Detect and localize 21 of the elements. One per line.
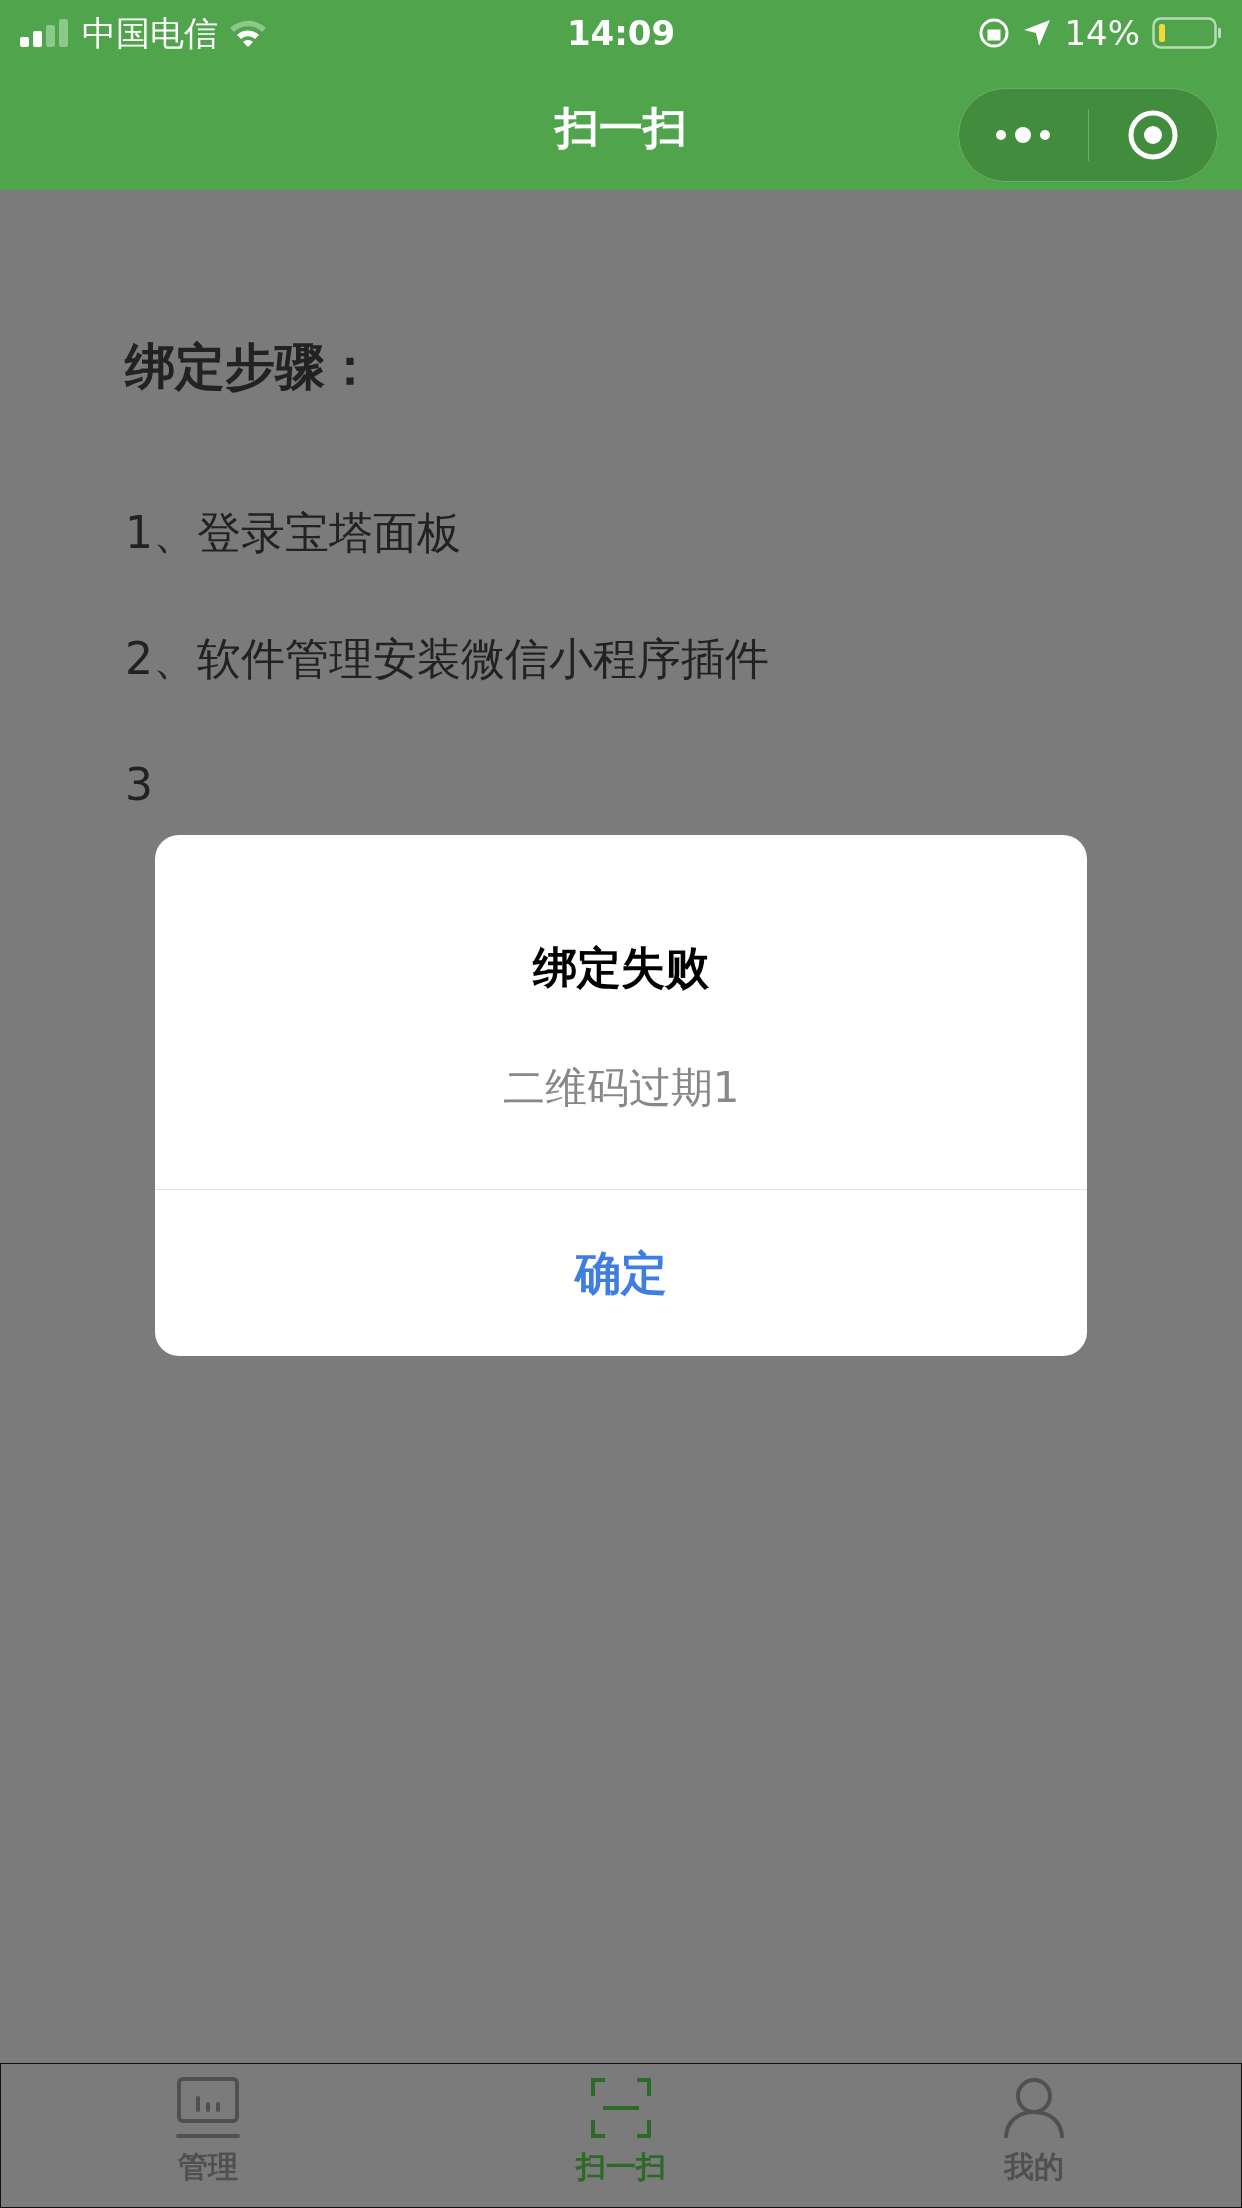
wifi-icon — [228, 18, 268, 48]
target-icon — [1126, 109, 1179, 161]
monitor-icon — [175, 2076, 240, 2140]
location-arrow-icon — [1022, 18, 1053, 48]
step-text: 3 — [125, 758, 153, 812]
page-title: 扫一扫 — [555, 101, 687, 155]
carrier-name: 中国电信 — [82, 11, 218, 55]
scan-icon — [589, 2076, 653, 2140]
rotation-lock-icon — [978, 17, 1011, 49]
dialog-message: 二维码过期1 — [502, 1062, 740, 1114]
battery-icon — [1152, 17, 1222, 49]
battery-percent: 14% — [1064, 11, 1140, 55]
status-time: 14:09 — [566, 11, 676, 55]
dialog-title: 绑定失败 — [533, 941, 709, 995]
step-text: 1、登录宝塔面板 — [125, 506, 461, 560]
step-text: 2、软件管理安装微信小程序插件 — [125, 632, 769, 686]
more-icon — [995, 127, 1052, 143]
confirm-button[interactable]: 确定 — [155, 1190, 1087, 1356]
steps-heading: 绑定步骤： — [125, 337, 376, 398]
tab-item[interactable]: 扫一扫 — [414, 2064, 828, 2207]
person-icon — [1002, 2076, 1067, 2140]
